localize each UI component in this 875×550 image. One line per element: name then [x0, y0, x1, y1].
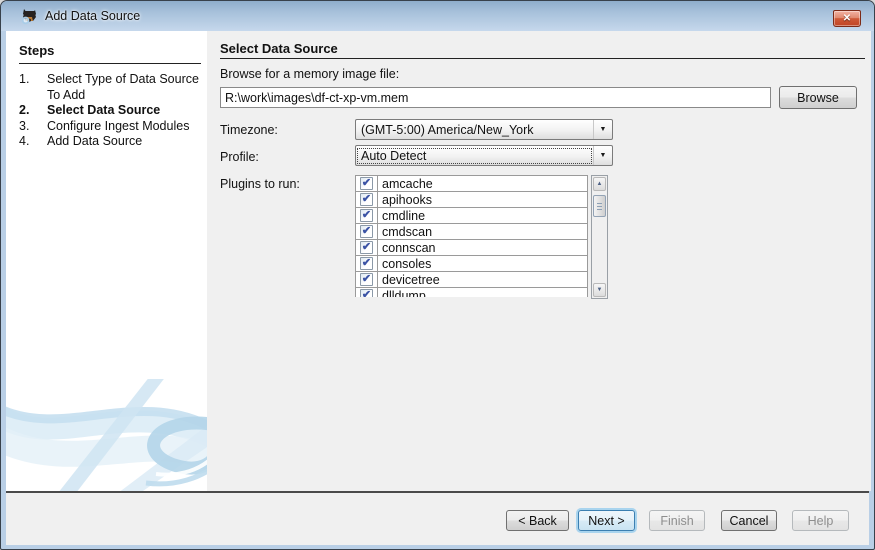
step-number: 4. [19, 134, 47, 150]
timezone-dropdown[interactable]: (GMT-5:00) America/New_York ▼ [355, 119, 613, 140]
step-item-2-current: 2. Select Data Source [19, 103, 199, 119]
steps-sidebar: Steps 1. Select Type of Data Source To A… [6, 31, 207, 491]
close-button[interactable]: ✕ [833, 10, 861, 27]
add-data-source-dialog: Add Data Source ✕ Steps 1. Select Type o… [0, 0, 875, 550]
plugin-name[interactable]: consoles [377, 255, 588, 272]
checked-checkbox-icon[interactable]: ✔ [360, 225, 373, 238]
plugins-rows: ✔ amcache ✔ apihooks ✔ cmdline [355, 175, 588, 297]
step-number: 1. [19, 72, 47, 103]
step-item-1: 1. Select Type of Data Source To Add [19, 72, 199, 103]
profile-dropdown[interactable]: Auto Detect ▼ [355, 145, 613, 166]
plugin-checkbox-cell[interactable]: ✔ [355, 175, 378, 192]
chevron-down-icon[interactable]: ▼ [593, 146, 612, 165]
plugin-name[interactable]: cmdscan [377, 223, 588, 240]
chevron-down-icon[interactable]: ▼ [593, 120, 612, 139]
checked-checkbox-icon[interactable]: ✔ [360, 273, 373, 286]
checked-checkbox-icon[interactable]: ✔ [360, 177, 373, 190]
scroll-down-arrow-icon[interactable]: ▼ [593, 283, 606, 297]
memory-image-file-label: Browse for a memory image file: [220, 67, 399, 81]
step-item-3: 3. Configure Ingest Modules [19, 119, 199, 135]
timezone-label: Timezone: [220, 123, 278, 137]
list-item[interactable]: ✔ devicetree [355, 271, 588, 288]
next-button[interactable]: Next > [578, 510, 635, 531]
plugin-name[interactable]: devicetree [377, 271, 588, 288]
step-label: Select Data Source [47, 103, 199, 119]
step-number: 2. [19, 103, 47, 119]
finish-button[interactable]: Finish [649, 510, 705, 531]
checked-checkbox-icon[interactable]: ✔ [360, 257, 373, 270]
step-label: Add Data Source [47, 134, 199, 150]
title-bar[interactable]: Add Data Source ✕ [1, 1, 874, 31]
plugin-checkbox-cell[interactable]: ✔ [355, 239, 378, 256]
button-bar: < Back Next > Finish Cancel Help [6, 493, 869, 545]
back-button[interactable]: < Back [506, 510, 569, 531]
help-button[interactable]: Help [792, 510, 849, 531]
scrollbar-grip [597, 203, 602, 211]
plugins-list: ✔ amcache ✔ apihooks ✔ cmdline [355, 175, 608, 299]
autopsy-dog-icon [21, 8, 38, 25]
timezone-selected-value: (GMT-5:00) America/New_York [356, 121, 593, 139]
list-item[interactable]: ✔ consoles [355, 255, 588, 272]
step-label: Select Type of Data Source To Add [47, 72, 199, 103]
plugin-checkbox-cell[interactable]: ✔ [355, 207, 378, 224]
plugin-name[interactable]: amcache [377, 175, 588, 192]
plugins-label: Plugins to run: [220, 177, 300, 191]
list-item[interactable]: ✔ amcache [355, 175, 588, 192]
plugin-name[interactable]: cmdline [377, 207, 588, 224]
steps-divider [19, 63, 201, 64]
plugins-scrollbar[interactable]: ▲ ▼ [591, 175, 608, 299]
checked-checkbox-icon[interactable]: ✔ [360, 241, 373, 254]
checked-checkbox-icon[interactable]: ✔ [360, 193, 373, 206]
plugin-checkbox-cell[interactable]: ✔ [355, 271, 378, 288]
checked-checkbox-icon[interactable]: ✔ [360, 289, 373, 297]
list-item[interactable]: ✔ dlldump [355, 287, 588, 297]
list-item[interactable]: ✔ apihooks [355, 191, 588, 208]
cancel-button[interactable]: Cancel [721, 510, 777, 531]
scrollbar-thumb[interactable] [593, 195, 606, 217]
plugin-checkbox-cell[interactable]: ✔ [355, 223, 378, 240]
panel-divider [220, 58, 865, 59]
step-number: 3. [19, 119, 47, 135]
wizard-watermark-graphic [6, 379, 207, 491]
plugin-checkbox-cell[interactable]: ✔ [355, 255, 378, 272]
profile-selected-value: Auto Detect [356, 147, 593, 165]
browse-button[interactable]: Browse [779, 86, 857, 109]
plugin-name[interactable]: apihooks [377, 191, 588, 208]
plugin-name[interactable]: connscan [377, 239, 588, 256]
plugin-checkbox-cell[interactable]: ✔ [355, 287, 378, 297]
plugin-checkbox-cell[interactable]: ✔ [355, 191, 378, 208]
scroll-up-arrow-icon[interactable]: ▲ [593, 177, 606, 191]
panel-heading: Select Data Source [220, 41, 338, 56]
step-item-4: 4. Add Data Source [19, 134, 199, 150]
list-item[interactable]: ✔ connscan [355, 239, 588, 256]
step-label: Configure Ingest Modules [47, 119, 199, 135]
window-title: Add Data Source [45, 9, 140, 23]
checked-checkbox-icon[interactable]: ✔ [360, 209, 373, 222]
profile-label: Profile: [220, 150, 259, 164]
steps-heading: Steps [19, 43, 207, 58]
list-item[interactable]: ✔ cmdline [355, 207, 588, 224]
list-item[interactable]: ✔ cmdscan [355, 223, 588, 240]
select-data-source-panel: Select Data Source Browse for a memory i… [207, 31, 871, 491]
plugin-name[interactable]: dlldump [377, 287, 588, 297]
memory-image-path-input[interactable] [220, 87, 771, 108]
